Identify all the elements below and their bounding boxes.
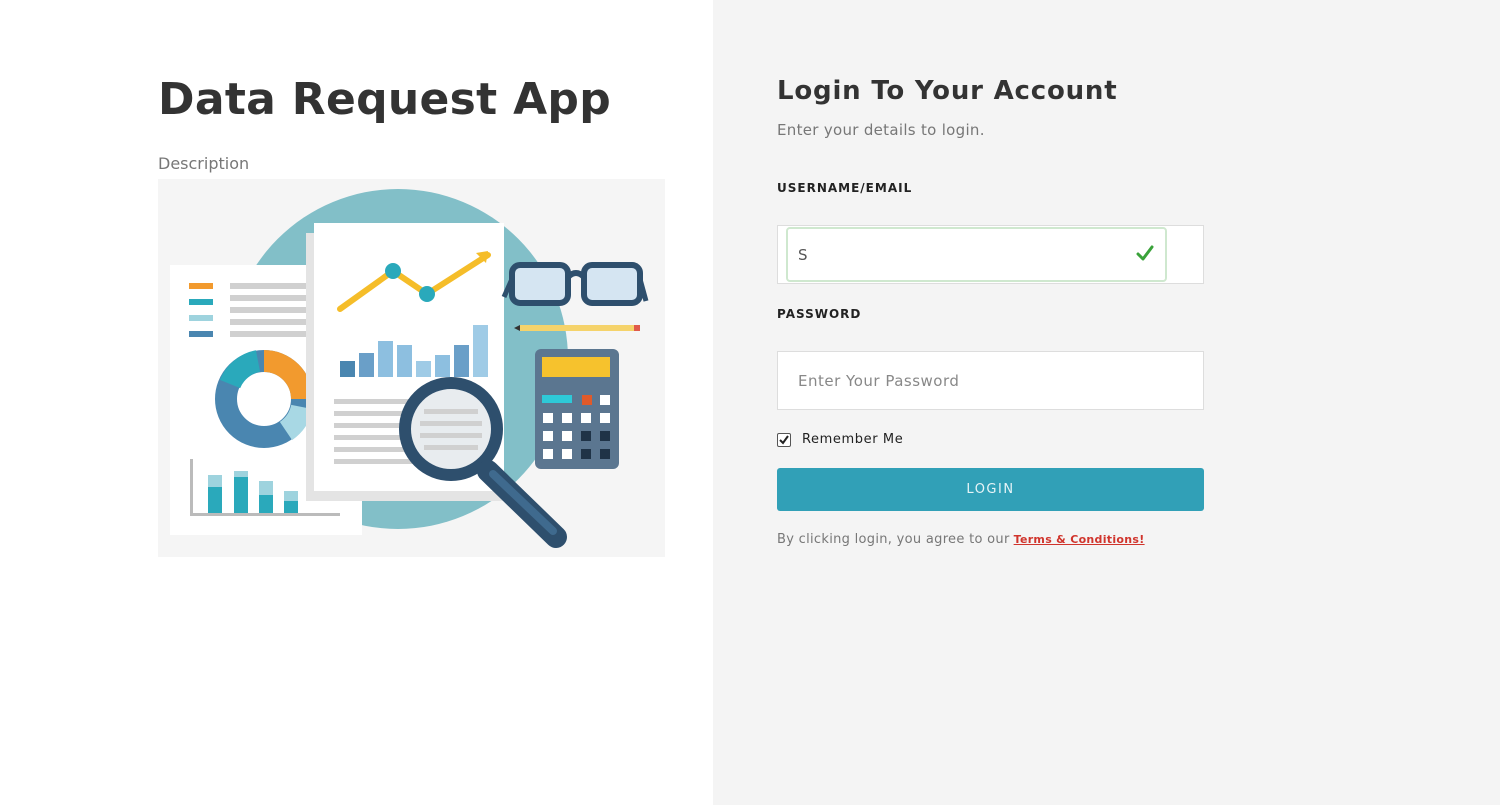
analytics-illustration	[158, 179, 665, 557]
username-input[interactable]	[798, 229, 1128, 280]
login-title: Login To Your Account	[777, 76, 1118, 106]
username-field-wrapper	[777, 225, 1204, 284]
remember-me[interactable]: Remember Me	[777, 432, 903, 447]
left-panel: Data Request App Description	[0, 0, 713, 805]
checkbox-checked-icon	[779, 434, 789, 445]
terms-link[interactable]: Terms & Conditions!	[1014, 533, 1145, 546]
password-input[interactable]	[778, 352, 1203, 409]
app-title: Data Request App	[158, 74, 612, 125]
login-panel: Login To Your Account Enter your details…	[713, 0, 1500, 805]
app-description: Description	[158, 154, 250, 173]
check-icon	[1136, 245, 1154, 261]
login-subtitle: Enter your details to login.	[777, 121, 985, 139]
username-field	[786, 227, 1167, 282]
password-field	[777, 351, 1204, 410]
remember-checkbox[interactable]	[777, 432, 791, 447]
terms-note: By clicking login, you agree to our Terms…	[777, 532, 1145, 547]
login-button[interactable]: LOGIN	[777, 468, 1204, 511]
terms-prefix: By clicking login, you agree to our	[777, 532, 1010, 547]
password-label: PASSWORD	[777, 307, 862, 321]
remember-label: Remember Me	[802, 432, 904, 447]
username-label: USERNAME/EMAIL	[777, 181, 913, 195]
